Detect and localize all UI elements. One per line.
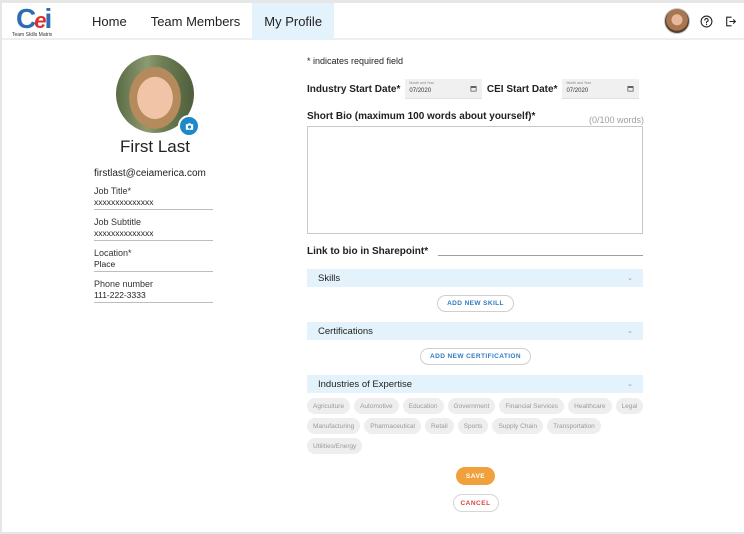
- industry-chip[interactable]: Retail: [425, 418, 454, 434]
- add-new-skill-button[interactable]: ADD NEW SKILL: [437, 295, 514, 312]
- chevron-down-icon: ⌄: [627, 381, 633, 388]
- industry-start-label: Industry Start Date*: [307, 83, 401, 95]
- camera-icon: [185, 122, 193, 130]
- industry-chip[interactable]: Government: [447, 398, 496, 414]
- nav-home[interactable]: Home: [80, 3, 139, 40]
- cei-start-placeholder: Month and Year: [566, 81, 591, 85]
- industries-accordion[interactable]: Industries of Expertise ⌄: [307, 375, 643, 393]
- phone-field[interactable]: Phone number 111-222-3333: [94, 278, 213, 303]
- nav-team-members[interactable]: Team Members: [139, 3, 253, 40]
- phone-value[interactable]: 111-222-3333: [94, 290, 213, 301]
- certifications-accordion[interactable]: Certifications ⌄: [307, 322, 643, 340]
- bio-word-count: (0/100 words): [588, 115, 644, 125]
- job-subtitle-value[interactable]: xxxxxxxxxxxxxx: [94, 228, 213, 239]
- industry-chip[interactable]: Healthcare: [568, 398, 612, 414]
- industry-chip[interactable]: Financial Services: [499, 398, 565, 414]
- bio-label: Short Bio (maximum 100 words about yours…: [307, 111, 536, 122]
- bio-header: Short Bio (maximum 100 words about yours…: [307, 111, 644, 125]
- nav-my-profile[interactable]: My Profile: [252, 3, 335, 40]
- industry-start-date-input[interactable]: Month and Year 07/2020: [405, 79, 482, 99]
- user-avatar[interactable]: [664, 8, 690, 34]
- cei-start-date-input[interactable]: Month and Year 07/2020: [562, 79, 639, 99]
- top-navigation-bar: Cei Team Skills Matrix Home Team Members…: [2, 3, 744, 40]
- save-row: SAVE: [307, 467, 644, 485]
- calendar-icon[interactable]: [470, 85, 477, 92]
- location-value[interactable]: Place: [94, 259, 213, 270]
- location-label: Location*: [94, 248, 132, 258]
- add-new-certification-button[interactable]: ADD NEW CERTIFICATION: [420, 348, 531, 365]
- cancel-row: CANCEL: [307, 494, 644, 512]
- job-title-label: Job Title*: [94, 186, 132, 196]
- sharepoint-label: Link to bio in Sharepoint*: [307, 246, 429, 257]
- help-icon[interactable]: [698, 13, 714, 29]
- certifications-title: Certifications: [318, 325, 373, 337]
- industry-chip[interactable]: Transportation: [547, 418, 601, 434]
- bio-textarea[interactable]: [307, 126, 643, 234]
- industry-chip[interactable]: Supply Chain: [492, 418, 544, 434]
- profile-form: * indicates required field Industry Star…: [307, 53, 644, 512]
- sharepoint-row: Link to bio in Sharepoint*: [307, 246, 644, 257]
- skills-accordion[interactable]: Skills ⌄: [307, 269, 643, 287]
- job-title-field[interactable]: Job Title* xxxxxxxxxxxxxx: [94, 185, 213, 210]
- industry-start-placeholder: Month and Year: [409, 81, 434, 85]
- industry-chip[interactable]: Pharmaceutical: [364, 418, 422, 434]
- profile-photo: [116, 55, 200, 137]
- job-subtitle-field[interactable]: Job Subtitle xxxxxxxxxxxxxx: [94, 216, 213, 241]
- industry-chip[interactable]: Education: [402, 398, 444, 414]
- chevron-down-icon: ⌄: [627, 275, 633, 282]
- date-row: Industry Start Date* Month and Year 07/2…: [307, 79, 644, 99]
- sharepoint-link-input[interactable]: [438, 248, 643, 256]
- skills-add-row: ADD NEW SKILL: [307, 295, 644, 312]
- industry-chip[interactable]: Legal: [615, 398, 644, 414]
- logout-icon[interactable]: [722, 13, 738, 29]
- skills-title: Skills: [318, 272, 341, 284]
- industry-chip[interactable]: Sports: [457, 418, 489, 434]
- main-nav: Home Team Members My Profile: [80, 3, 335, 40]
- cei-start-value: 07/2020: [566, 88, 589, 94]
- profile-summary: First Last firstlast@ceiamerica.com Job …: [94, 55, 216, 303]
- profile-email: firstlast@ceiamerica.com: [94, 168, 206, 179]
- phone-label: Phone number: [94, 279, 154, 289]
- calendar-icon[interactable]: [627, 85, 634, 92]
- industries-title: Industries of Expertise: [318, 378, 412, 390]
- save-button[interactable]: SAVE: [456, 467, 495, 485]
- industry-start-value: 07/2020: [409, 88, 432, 94]
- certifications-add-row: ADD NEW CERTIFICATION: [307, 348, 644, 365]
- industry-chip[interactable]: Agriculture: [307, 398, 351, 414]
- chevron-down-icon: ⌄: [627, 328, 633, 335]
- job-subtitle-label: Job Subtitle: [94, 217, 142, 227]
- header-actions: [664, 8, 738, 34]
- industry-chip[interactable]: Automotive: [354, 398, 399, 414]
- industry-chip[interactable]: Manufacturing: [307, 418, 361, 434]
- profile-name: First Last: [120, 137, 190, 156]
- change-photo-button[interactable]: [178, 115, 200, 137]
- industry-chip[interactable]: Utilities/Energy: [307, 438, 363, 454]
- logo-subtitle: Team Skills Matrix: [12, 32, 53, 38]
- cei-logo[interactable]: Cei Team Skills Matrix: [12, 4, 68, 40]
- page: Cei Team Skills Matrix Home Team Members…: [2, 3, 744, 532]
- cei-start-label: CEI Start Date*: [486, 83, 558, 95]
- location-field[interactable]: Location* Place: [94, 247, 213, 272]
- job-title-value[interactable]: xxxxxxxxxxxxxx: [94, 197, 213, 208]
- required-note: * indicates required field: [307, 56, 404, 66]
- cancel-button[interactable]: CANCEL: [452, 494, 499, 512]
- industry-chips: Agriculture Automotive Education Governm…: [307, 398, 647, 454]
